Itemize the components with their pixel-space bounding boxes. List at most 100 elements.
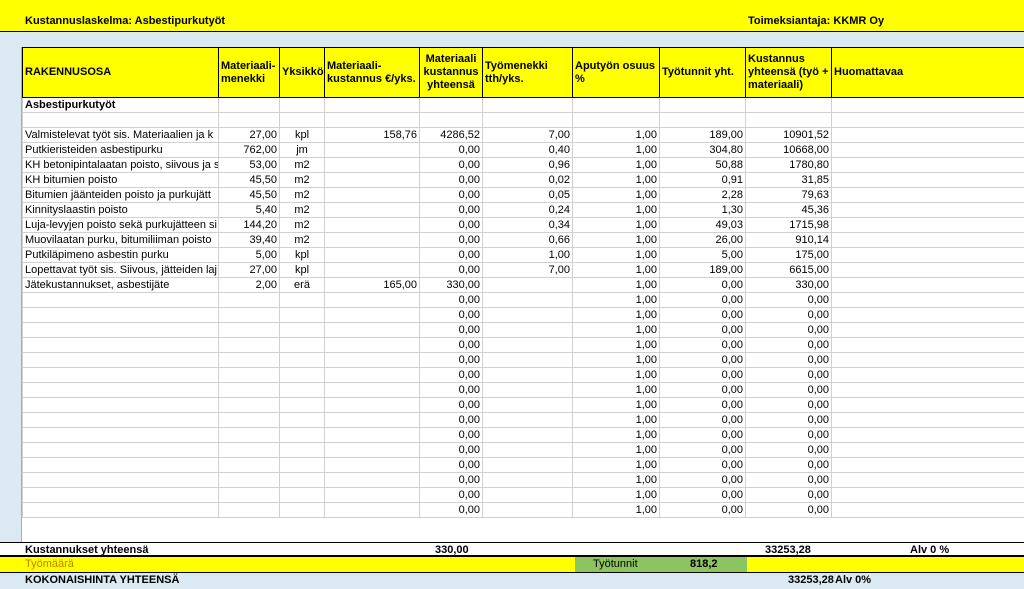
empty-cell[interactable]: 1,00 [572,306,660,323]
cell-apu[interactable]: 1,00 [572,201,660,218]
cell-total[interactable]: 79,63 [745,186,832,203]
cell-kust[interactable] [324,201,420,218]
empty-cell[interactable]: 0,00 [419,306,483,323]
empty-cell[interactable] [22,321,219,338]
cell-kust_yht[interactable]: 0,00 [419,246,483,263]
empty-cell[interactable] [279,411,325,428]
cell-name[interactable]: Valmistelevat työt sis. Materiaalien ja … [22,126,219,143]
cell-name[interactable]: Jätekustannukset, asbestijäte [22,276,219,293]
cell-menekki[interactable]: 2,00 [218,276,280,293]
empty-cell[interactable]: 0,00 [745,351,832,368]
cell-yks[interactable]: m2 [279,201,325,218]
cell-tunnit[interactable]: 49,03 [659,216,746,233]
empty-cell[interactable]: 0,00 [419,456,483,473]
empty-cell[interactable]: 0,00 [745,291,832,308]
empty-cell[interactable] [218,396,280,413]
empty-cell[interactable]: 0,00 [745,306,832,323]
cell-apu[interactable]: 1,00 [572,141,660,158]
cell-huom[interactable] [831,141,1024,158]
empty-cell[interactable] [482,471,573,488]
empty-cell[interactable] [218,471,280,488]
cell-tunnit[interactable]: 5,00 [659,246,746,263]
empty-cell[interactable] [279,351,325,368]
cell-menekki[interactable]: 144,20 [218,216,280,233]
empty-cell[interactable] [482,411,573,428]
empty-cell[interactable] [22,396,219,413]
empty-cell[interactable] [279,306,325,323]
empty-cell[interactable] [482,456,573,473]
empty-cell[interactable]: 0,00 [659,471,746,488]
empty-cell[interactable] [218,291,280,308]
empty-cell[interactable] [218,486,280,503]
cell-yks[interactable]: m2 [279,231,325,248]
empty-cell[interactable] [218,441,280,458]
cell-tunnit[interactable]: 0,91 [659,171,746,188]
empty-cell[interactable]: 0,00 [659,441,746,458]
cell-total[interactable]: 10668,00 [745,141,832,158]
empty-cell[interactable] [482,321,573,338]
cell-menekki[interactable]: 762,00 [218,141,280,158]
cell-menekki[interactable]: 39,40 [218,231,280,248]
cell-huom[interactable] [831,216,1024,233]
empty-cell[interactable]: 1,00 [572,321,660,338]
empty-cell[interactable] [482,381,573,398]
empty-cell[interactable]: 0,00 [419,336,483,353]
cell-tunnit[interactable]: 1,30 [659,201,746,218]
hours-value[interactable]: 818,2 [690,558,718,570]
cell-menekki[interactable]: 5,00 [218,246,280,263]
empty-cell[interactable]: 0,00 [419,501,483,518]
cell-kust[interactable] [324,171,420,188]
empty-cell[interactable] [831,381,1024,398]
cell-kust[interactable] [324,216,420,233]
empty-cell[interactable] [482,291,573,308]
empty-cell[interactable] [324,291,420,308]
cell-apu[interactable]: 1,00 [572,171,660,188]
cell-kust_yht[interactable]: 0,00 [419,186,483,203]
totals-label[interactable]: Kustannukset yhteensä [25,544,148,556]
empty-cell[interactable] [324,336,420,353]
cell-tyo[interactable]: 7,00 [482,261,573,278]
empty-cell[interactable]: 0,00 [745,366,832,383]
cell-kust_yht[interactable]: 0,00 [419,231,483,248]
empty-cell[interactable]: 0,00 [659,381,746,398]
cell-huom[interactable] [831,261,1024,278]
empty-cell[interactable] [324,306,420,323]
empty-cell[interactable] [482,426,573,443]
empty-cell[interactable]: 0,00 [745,336,832,353]
empty-cell[interactable]: 0,00 [419,471,483,488]
empty-cell[interactable]: 1,00 [572,456,660,473]
empty-cell[interactable] [831,321,1024,338]
cell-huom[interactable] [831,246,1024,263]
empty-cell[interactable]: 1,00 [572,336,660,353]
empty-cell[interactable]: 0,00 [745,426,832,443]
col-tyotunnit[interactable]: Työtunnit yht. [659,47,746,98]
empty-cell[interactable] [22,486,219,503]
empty-cell[interactable] [831,471,1024,488]
cell-menekki[interactable]: 53,00 [218,156,280,173]
cell-tunnit[interactable]: 189,00 [659,126,746,143]
cell-apu[interactable]: 1,00 [572,186,660,203]
cell-menekki[interactable]: 27,00 [218,261,280,278]
cell-apu[interactable]: 1,00 [572,246,660,263]
empty-cell[interactable] [324,396,420,413]
col-kustannus-total[interactable]: Kustannus yhteensä (työ + materiaali) [745,47,832,98]
empty-cell[interactable]: 0,00 [659,456,746,473]
empty-cell[interactable] [218,501,280,518]
cell-total[interactable]: 10901,52 [745,126,832,143]
empty-cell[interactable]: 0,00 [659,291,746,308]
cell-kust_yht[interactable]: 0,00 [419,216,483,233]
empty-cell[interactable] [482,441,573,458]
cell-kust[interactable] [324,141,420,158]
cell-tyo[interactable]: 0,40 [482,141,573,158]
section-label[interactable]: Asbestipurkutyöt [22,97,219,113]
empty-cell[interactable] [324,486,420,503]
empty-cell[interactable] [831,411,1024,428]
cell-total[interactable]: 175,00 [745,246,832,263]
empty-cell[interactable] [831,396,1024,413]
empty-cell[interactable]: 0,00 [745,486,832,503]
empty-cell[interactable] [482,366,573,383]
col-aputyo[interactable]: Aputyön osuus % [572,47,660,98]
empty-cell[interactable] [218,336,280,353]
cell-kust_yht[interactable]: 0,00 [419,156,483,173]
cell-yks[interactable]: m2 [279,186,325,203]
